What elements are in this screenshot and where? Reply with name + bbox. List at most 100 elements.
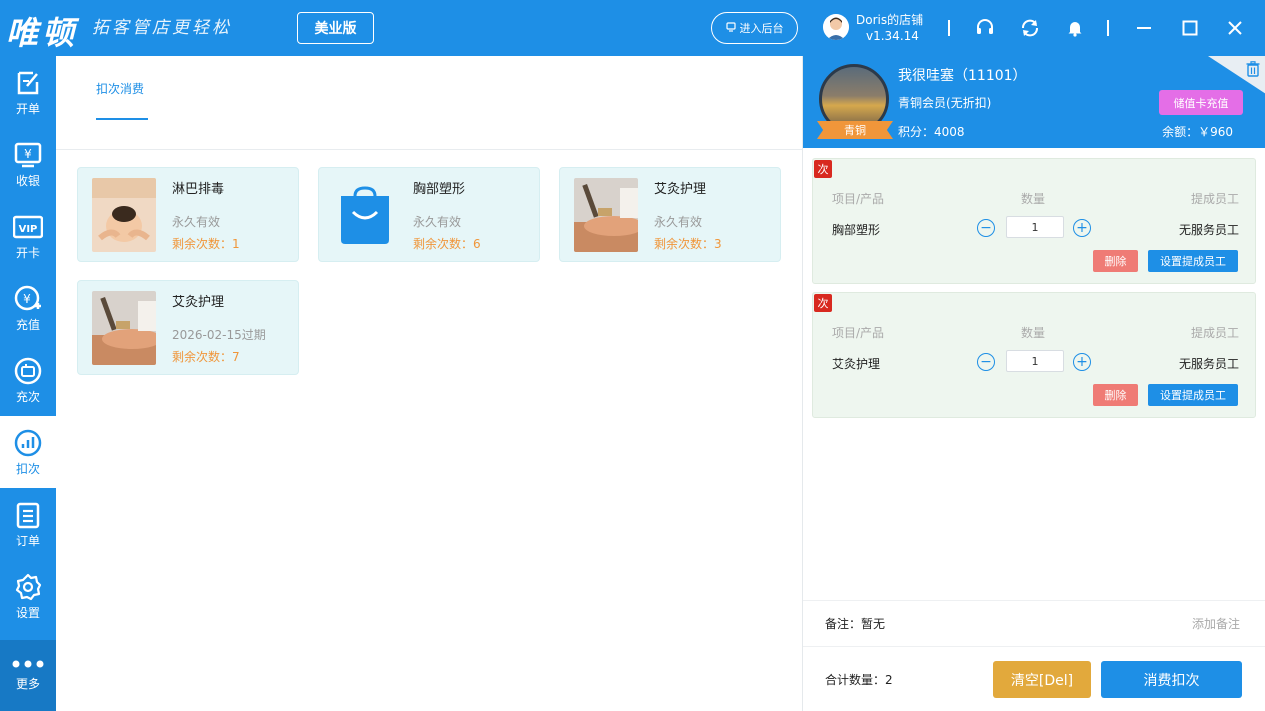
card-remaining: 剩余次数：3 — [654, 237, 722, 251]
quantity-input[interactable]: 1 — [1006, 350, 1064, 372]
massage-photo — [92, 178, 156, 252]
commission-staff: 无服务员工 — [1178, 357, 1239, 371]
col-header-qty: 数量 — [1021, 326, 1046, 340]
clear-button[interactable]: 清空[Del] — [993, 661, 1091, 698]
total-quantity: 合计数量：2 — [825, 673, 893, 687]
delete-button[interactable]: 删除 — [1093, 384, 1138, 406]
decrease-quantity-button[interactable]: − — [977, 353, 995, 371]
order-item-name: 艾灸护理 — [832, 357, 881, 371]
sidebar: 开单 ¥ 收银 VIP 开卡 ¥ 充值 充次 扣次 订单 设置 更多 — [0, 56, 56, 711]
order-icon — [16, 502, 40, 528]
sidebar-item-recharge[interactable]: ¥ 充值 — [0, 272, 56, 344]
new-order-icon — [17, 71, 39, 94]
tab-deduct-consume[interactable]: 扣次消费 — [96, 80, 144, 97]
order-line: 次 项目/产品 数量 提成员工 艾灸护理 − 1 + 无服务员工 删除 设置提成… — [812, 292, 1256, 418]
service-card[interactable]: 艾灸护理 永久有效 剩余次数：3 — [559, 167, 781, 262]
recharge-times-icon — [14, 357, 42, 384]
main-panel: 扣次消费 淋巴排毒 永久有效 剩余次数：1 胸部塑形 永久有效 剩余次数：6 艾… — [56, 56, 802, 711]
card-remaining: 剩余次数：6 — [413, 237, 481, 251]
card-title: 胸部塑形 — [413, 182, 466, 197]
checkout-footer: 合计数量：2 清空[Del] 消费扣次 — [803, 646, 1265, 711]
store-avatar[interactable] — [823, 14, 849, 40]
sidebar-item-label: 更多 — [15, 677, 40, 691]
times-badge: 次 — [814, 294, 832, 312]
col-header-staff: 提成员工 — [1190, 192, 1239, 206]
remark-bar: 备注：暂无 添加备注 — [803, 600, 1265, 646]
deduct-times-icon — [14, 429, 42, 456]
monitor-icon — [725, 21, 736, 35]
recharge-icon: ¥ — [14, 285, 41, 310]
commission-staff: 无服务员工 — [1178, 223, 1239, 237]
col-header-item: 项目/产品 — [832, 192, 885, 206]
order-item-name: 胸部塑形 — [832, 223, 881, 237]
remark-text: 备注：暂无 — [825, 617, 886, 631]
bell-icon[interactable] — [1063, 16, 1087, 40]
member-info: 青铜 我很哇塞（11101） 青铜会员(无折扣) 积分：4008 储值卡充值 余… — [803, 56, 1265, 148]
member-balance: 余额：￥960 — [1162, 125, 1233, 139]
decrease-quantity-button[interactable]: − — [977, 219, 995, 237]
svg-text:VIP: VIP — [19, 224, 38, 235]
sidebar-item-cashier[interactable]: ¥ 收银 — [0, 128, 56, 200]
divider — [948, 20, 950, 36]
moxibustion-photo — [574, 178, 638, 252]
col-header-qty: 数量 — [1021, 192, 1046, 206]
minimize-icon[interactable] — [1132, 16, 1156, 40]
brand-slogan: 拓客管店更轻松 — [92, 18, 232, 38]
member-level: 青铜会员(无折扣) — [898, 96, 992, 110]
card-title: 艾灸护理 — [654, 182, 707, 197]
sidebar-item-open-card[interactable]: VIP 开卡 — [0, 200, 56, 272]
sidebar-item-recharge-times[interactable]: 充次 — [0, 344, 56, 416]
enter-backend-label: 进入后台 — [739, 22, 784, 35]
headset-icon[interactable] — [973, 16, 997, 40]
sidebar-item-deduct-times[interactable]: 扣次 — [0, 416, 56, 488]
sidebar-item-label: 扣次 — [15, 461, 40, 476]
sidebar-item-settings[interactable]: 设置 — [0, 560, 56, 632]
increase-quantity-button[interactable]: + — [1073, 353, 1091, 371]
sidebar-item-label: 充值 — [15, 317, 40, 332]
service-card[interactable]: 艾灸护理 2026-02-15过期 剩余次数：7 — [77, 280, 299, 375]
member-level-badge: 青铜 — [817, 121, 893, 139]
tab-bar: 扣次消费 — [56, 56, 802, 150]
maximize-icon[interactable] — [1178, 16, 1202, 40]
divider — [1107, 20, 1109, 36]
card-validity: 永久有效 — [172, 215, 221, 229]
sidebar-item-label: 充次 — [15, 389, 40, 404]
svg-text:¥: ¥ — [23, 292, 31, 306]
sidebar-item-new-order[interactable]: 开单 — [0, 56, 56, 128]
more-dots-icon — [12, 660, 44, 668]
add-remark-link[interactable]: 添加备注 — [1192, 615, 1240, 632]
col-header-item: 项目/产品 — [832, 326, 885, 340]
card-validity: 永久有效 — [413, 215, 462, 229]
member-name: 我很哇塞（11101） — [898, 68, 1027, 84]
delete-button[interactable]: 删除 — [1093, 250, 1138, 272]
card-validity: 2026-02-15过期 — [172, 328, 266, 342]
moxibustion-photo — [92, 291, 156, 365]
sidebar-item-label: 开卡 — [15, 245, 40, 260]
brand-logo: 唯顿 — [6, 14, 79, 52]
card-title: 艾灸护理 — [172, 295, 225, 310]
enter-backend-button[interactable]: 进入后台 — [711, 12, 798, 44]
app-version: v1.34.14 — [866, 29, 919, 43]
vip-card-icon: VIP — [13, 215, 43, 238]
quantity-input[interactable]: 1 — [1006, 216, 1064, 238]
shopping-bag-icon — [333, 178, 397, 252]
sync-icon[interactable] — [1018, 16, 1042, 40]
card-remaining: 剩余次数：7 — [172, 350, 240, 364]
col-header-staff: 提成员工 — [1190, 326, 1239, 340]
member-points: 积分：4008 — [898, 125, 965, 139]
increase-quantity-button[interactable]: + — [1073, 219, 1091, 237]
trash-icon[interactable] — [1246, 61, 1260, 77]
sidebar-item-label: 订单 — [15, 533, 40, 548]
sidebar-item-more[interactable]: 更多 — [0, 640, 56, 711]
edition-badge[interactable]: 美业版 — [297, 12, 374, 44]
set-commission-staff-button[interactable]: 设置提成员工 — [1148, 384, 1238, 406]
close-icon[interactable] — [1223, 16, 1247, 40]
sidebar-item-label: 收银 — [15, 173, 40, 188]
set-commission-staff-button[interactable]: 设置提成员工 — [1148, 250, 1238, 272]
service-card[interactable]: 胸部塑形 永久有效 剩余次数：6 — [318, 167, 540, 262]
consume-deduct-button[interactable]: 消费扣次 — [1101, 661, 1242, 698]
card-remaining: 剩余次数：1 — [172, 237, 240, 251]
service-card[interactable]: 淋巴排毒 永久有效 剩余次数：1 — [77, 167, 299, 262]
card-title: 淋巴排毒 — [172, 182, 225, 197]
sidebar-item-order[interactable]: 订单 — [0, 488, 56, 560]
